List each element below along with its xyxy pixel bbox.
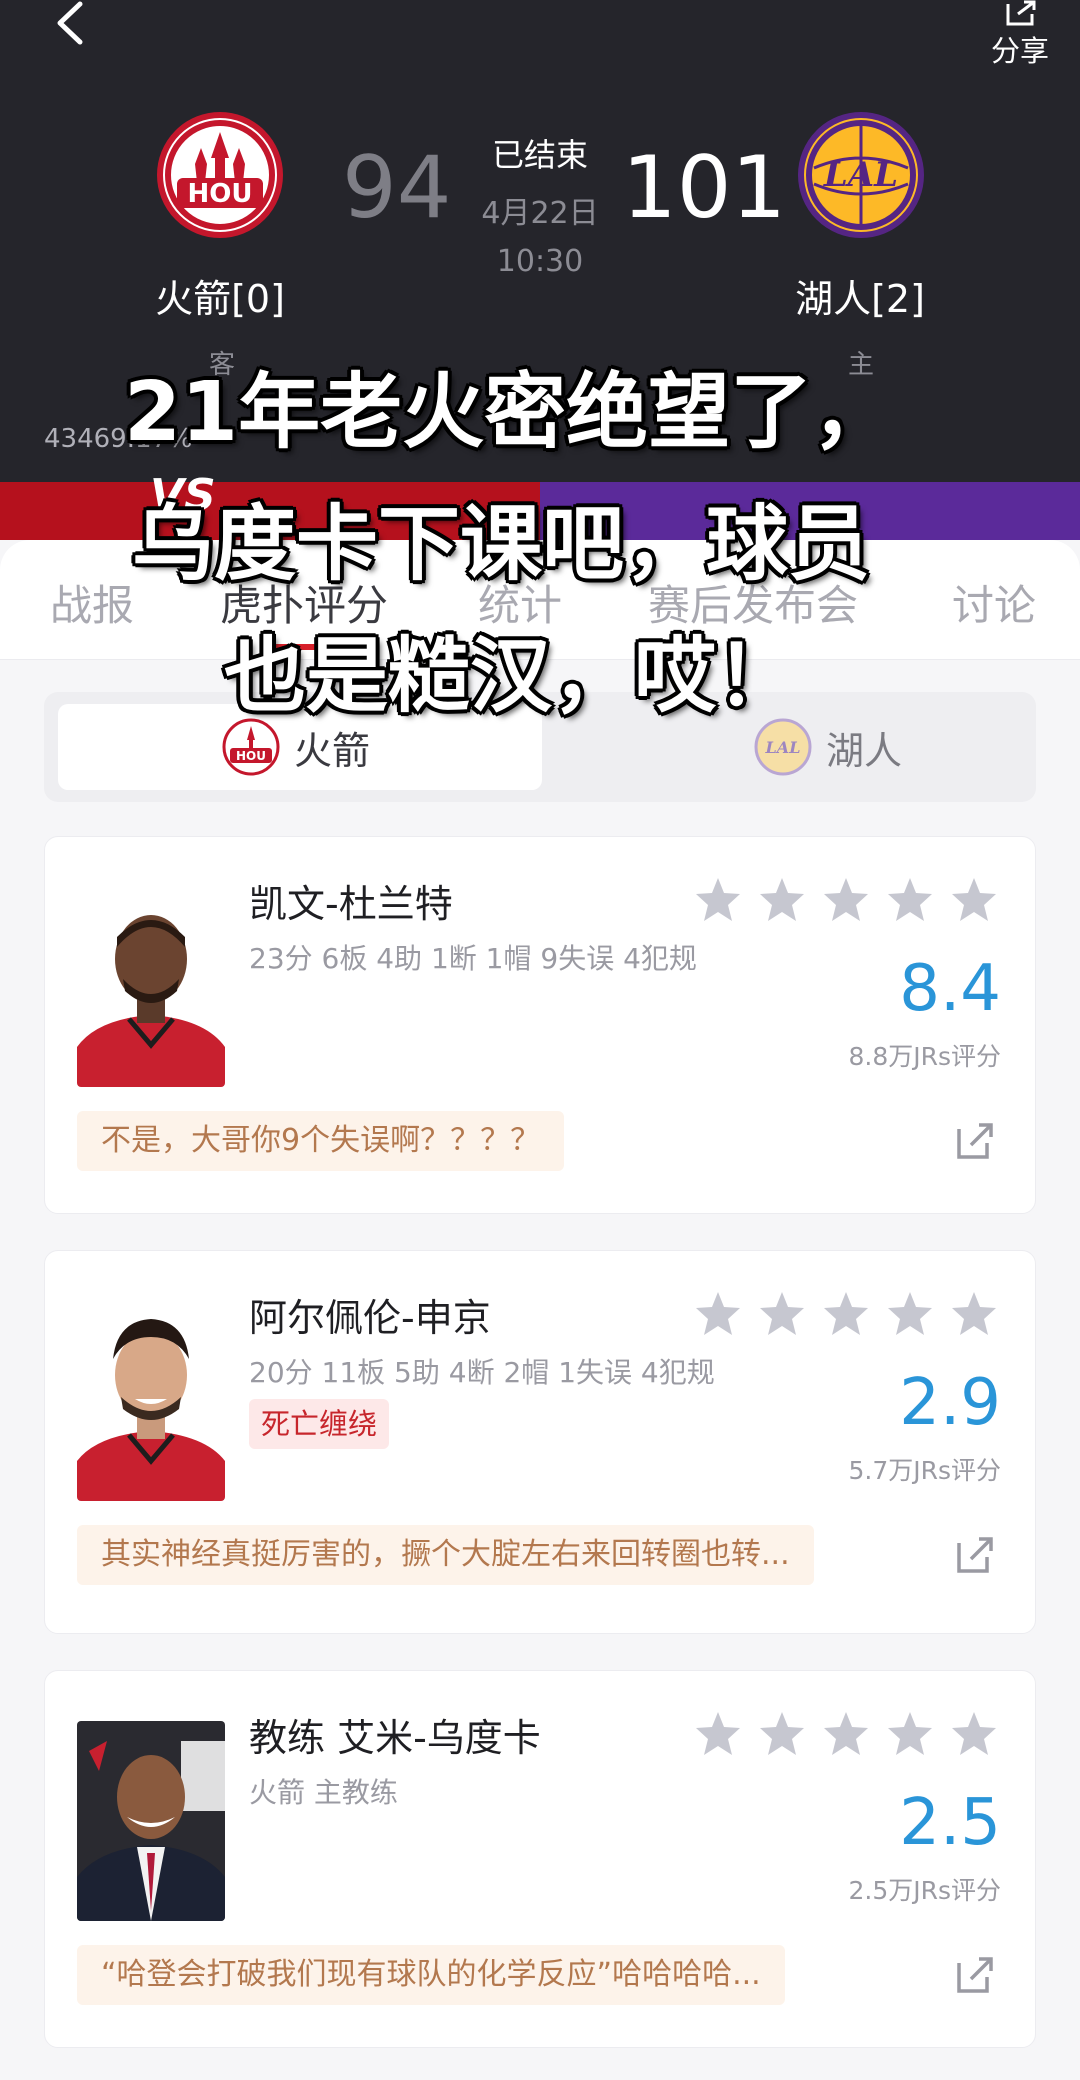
player-avatar bbox=[77, 1301, 225, 1501]
svg-text:LAL: LAL bbox=[823, 155, 898, 195]
player-score: 8.4 bbox=[899, 952, 1001, 1026]
svg-text:HOU: HOU bbox=[236, 749, 266, 763]
back-button[interactable] bbox=[50, 0, 100, 50]
star-icon[interactable] bbox=[949, 875, 999, 925]
star-icon[interactable] bbox=[757, 1709, 807, 1759]
svg-text:HOU: HOU bbox=[188, 179, 253, 209]
away-team-name[interactable]: 火箭[0] bbox=[110, 268, 330, 323]
star-icon[interactable] bbox=[821, 875, 871, 925]
star-rating-input[interactable] bbox=[693, 1289, 999, 1339]
away-score: 94 bbox=[342, 138, 452, 238]
open-comment-icon[interactable] bbox=[955, 1955, 995, 1995]
open-comment-icon[interactable] bbox=[955, 1535, 995, 1575]
star-icon[interactable] bbox=[693, 1289, 743, 1339]
star-icon[interactable] bbox=[757, 875, 807, 925]
player-score: 2.9 bbox=[899, 1366, 1001, 1440]
player-stats: 23分 6板 4助 1断 1帽 9失误 4犯规 bbox=[249, 942, 697, 975]
overlay-caption-line: 也是糙汉，哎！ bbox=[224, 629, 799, 724]
star-icon[interactable] bbox=[757, 1289, 807, 1339]
player-stats: 20分 11板 5助 4断 2帽 1失误 4犯规 bbox=[249, 1356, 715, 1389]
star-icon[interactable] bbox=[885, 1289, 935, 1339]
coach-rating-card[interactable]: 教练 艾米-乌度卡 火箭 主教练 2.5 2.5万JRs评分 “哈登会打破我们现… bbox=[44, 1670, 1036, 2048]
player-rating-card[interactable]: 凯文-杜兰特 23分 6板 4助 1断 1帽 9失误 4犯规 8.4 8.8万J… bbox=[44, 836, 1036, 1214]
star-icon[interactable] bbox=[949, 1709, 999, 1759]
overlay-caption-line: 乌度卡下课吧，球员 bbox=[132, 497, 871, 592]
lakers-logo-icon: LAL bbox=[806, 120, 916, 230]
rockets-logo[interactable]: HOU bbox=[157, 112, 283, 238]
share-button[interactable]: 分享 bbox=[970, 0, 1070, 70]
home-team-name[interactable]: 湖人[2] bbox=[750, 268, 970, 323]
chevron-left-icon bbox=[57, 1, 83, 45]
rockets-logo-icon: HOU bbox=[165, 120, 275, 230]
game-date: 4月22日 bbox=[481, 196, 599, 231]
rockets-mini-logo-icon: HOU bbox=[222, 718, 280, 776]
star-icon[interactable] bbox=[821, 1289, 871, 1339]
home-score: 101 bbox=[622, 138, 787, 238]
team-option-label: 火箭 bbox=[294, 728, 371, 773]
game-status: 已结束 bbox=[491, 136, 588, 174]
lakers-mini-logo-icon: LAL bbox=[754, 718, 812, 776]
rating-count: 8.8万JRs评分 bbox=[848, 1042, 1001, 1071]
star-icon[interactable] bbox=[693, 875, 743, 925]
top-comment[interactable]: 不是，大哥你9个失误啊？？？？ bbox=[77, 1111, 565, 1171]
svg-text:LAL: LAL bbox=[765, 738, 801, 757]
star-rating-input[interactable] bbox=[693, 1709, 999, 1759]
top-comment[interactable]: “哈登会打破我们现有球队的化学反应”哈哈哈哈... bbox=[77, 1945, 785, 2005]
player-name: 凯文-杜兰特 bbox=[249, 882, 453, 926]
star-icon[interactable] bbox=[885, 875, 935, 925]
open-comment-icon[interactable] bbox=[955, 1121, 995, 1161]
coach-score: 2.5 bbox=[899, 1786, 1001, 1860]
star-icon[interactable] bbox=[821, 1709, 871, 1759]
overlay-caption-line: 21年老火密绝望了， bbox=[124, 365, 895, 460]
game-detail-screen: 分享 HOU LAL 94 101 已结束 4月22日 10:30 火箭[0] bbox=[0, 0, 1080, 2080]
top-comment[interactable]: 其实神经真挺厉害的，撅个大腚左右来回转圈也转... bbox=[77, 1525, 814, 1585]
share-icon bbox=[1006, 0, 1036, 26]
star-rating-input[interactable] bbox=[693, 875, 999, 925]
tab-report[interactable]: 战报 bbox=[50, 572, 134, 633]
share-label: 分享 bbox=[990, 34, 1049, 68]
tab-discussion[interactable]: 讨论 bbox=[952, 572, 1036, 633]
player-name: 阿尔佩伦-申京 bbox=[249, 1296, 491, 1340]
star-icon[interactable] bbox=[693, 1709, 743, 1759]
player-rating-card[interactable]: 阿尔佩伦-申京 20分 11板 5助 4断 2帽 1失误 4犯规 死亡缠绕 2.… bbox=[44, 1250, 1036, 1634]
coach-role: 火箭 主教练 bbox=[249, 1776, 398, 1809]
coach-name: 教练 艾米-乌度卡 bbox=[249, 1716, 541, 1760]
star-icon[interactable] bbox=[949, 1289, 999, 1339]
lakers-logo[interactable]: LAL bbox=[798, 112, 924, 238]
player-avatar bbox=[77, 887, 225, 1087]
nickname-badge: 死亡缠绕 bbox=[249, 1399, 390, 1449]
rating-count: 2.5万JRs评分 bbox=[848, 1876, 1001, 1905]
rating-count: 5.7万JRs评分 bbox=[848, 1456, 1001, 1485]
coach-avatar bbox=[77, 1721, 225, 1921]
star-icon[interactable] bbox=[885, 1709, 935, 1759]
game-time: 10:30 bbox=[496, 244, 584, 279]
team-option-label: 湖人 bbox=[826, 728, 903, 773]
